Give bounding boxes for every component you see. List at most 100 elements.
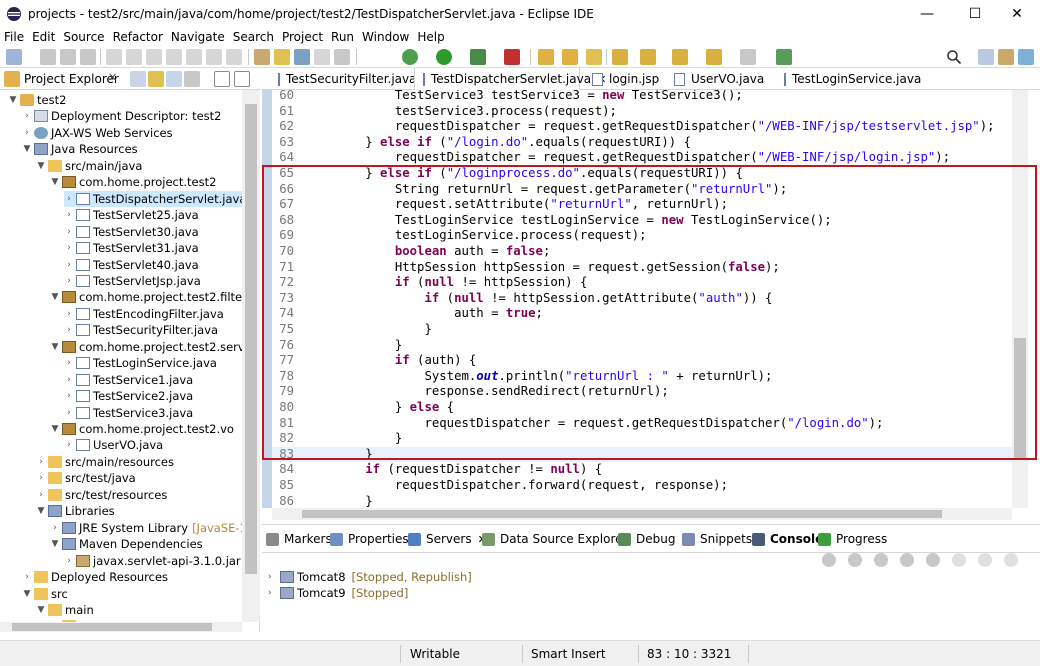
stop-server-icon[interactable] [900,553,914,567]
forward-icon[interactable] [740,49,756,65]
collapsed-arrow-icon[interactable]: › [36,457,46,467]
back-icon[interactable] [706,49,722,65]
collapsed-arrow-icon[interactable]: › [22,128,32,138]
debug-server-icon[interactable] [822,553,836,567]
tree-item[interactable]: › TestServlet30.java [64,224,199,240]
code-line[interactable]: 78 System.out.println("returnUrl : " + r… [272,369,1012,385]
collapsed-arrow-icon[interactable]: › [64,391,74,401]
tab-servers[interactable]: Servers✕ [408,531,487,547]
block-selection-icon[interactable] [294,49,310,65]
tree-item[interactable]: ▼ com.home.project.test2.filter [50,289,242,305]
maximize-panel-icon[interactable] [1004,553,1018,567]
menu-help[interactable]: Help [413,30,448,44]
tab-data-source-explorer[interactable]: Data Source Explorer [482,531,627,547]
debug-icon[interactable] [402,49,418,65]
collapsed-arrow-icon[interactable]: › [64,194,74,204]
collapsed-arrow-icon[interactable]: › [50,523,60,533]
collapsed-arrow-icon[interactable]: › [64,260,74,270]
tree-item[interactable]: ▼ Libraries [36,503,115,519]
collapsed-arrow-icon[interactable]: › [268,572,280,582]
collapsed-arrow-icon[interactable]: › [64,408,74,418]
code-area[interactable]: 60 TestService3 testService3 = new TestS… [272,90,1012,508]
tree-item[interactable]: ▼ main [36,602,94,618]
project-explorer-close-icon[interactable]: ✕ [108,71,117,84]
open-type-icon[interactable] [538,49,554,65]
code-line[interactable]: 75 } [272,322,1012,338]
code-line[interactable]: 67 request.setAttribute("returnUrl", ret… [272,197,1012,213]
editor-horizontal-scrollbar[interactable] [272,508,1012,520]
save-all-icon[interactable] [60,49,76,65]
code-line[interactable]: 79 response.sendRedirect(returnUrl); [272,384,1012,400]
skip-breakpoints-icon[interactable] [106,49,122,65]
code-line[interactable]: 68 TestLoginService testLoginService = n… [272,213,1012,229]
search-icon[interactable] [586,49,602,65]
maximize-button[interactable]: ☐ [952,0,998,28]
code-line[interactable]: 76 } [272,338,1012,354]
expanded-arrow-icon[interactable]: ▼ [8,95,18,105]
minimize-panel-icon[interactable] [978,553,992,567]
tab-console[interactable]: Console [752,531,823,547]
tab-properties[interactable]: Properties [330,531,409,547]
code-line[interactable]: 77 if (auth) { [272,353,1012,369]
tree-item[interactable]: › TestLoginService.java [64,355,217,371]
save-icon[interactable] [40,49,56,65]
tree-item[interactable]: ▼ test2 [8,92,67,108]
disconnect-icon[interactable] [186,49,202,65]
expanded-arrow-icon[interactable]: ▼ [36,605,46,615]
tree-item[interactable]: › TestSecurityFilter.java [64,322,218,338]
tree-item[interactable]: ▼ com.home.project.test2 [50,174,217,190]
step-over-icon[interactable] [226,49,242,65]
quick-access-search-icon[interactable] [946,49,962,65]
next-annotation-icon[interactable] [612,49,628,65]
suspend-icon[interactable] [146,49,162,65]
collapsed-arrow-icon[interactable]: › [64,309,74,319]
code-line[interactable]: 74 auth = true; [272,306,1012,322]
expanded-arrow-icon[interactable]: ▼ [22,144,32,154]
collapsed-arrow-icon[interactable]: › [22,572,32,582]
expanded-arrow-icon[interactable]: ▼ [36,506,46,516]
code-line[interactable]: 64 requestDispatcher = request.getReques… [272,150,1012,166]
view-menu-icon[interactable] [184,71,200,87]
editor-tab[interactable]: TestSecurityFilter.java [270,68,416,90]
collapsed-arrow-icon[interactable]: › [64,375,74,385]
expanded-arrow-icon[interactable]: ▼ [36,161,46,171]
tab-progress[interactable]: Progress [818,531,887,547]
external-tools-icon[interactable] [504,49,520,65]
expanded-arrow-icon[interactable]: ▼ [22,589,32,599]
last-edit-icon[interactable] [672,49,688,65]
print-icon[interactable] [80,49,96,65]
code-line[interactable]: 60 TestService3 testService3 = new TestS… [272,90,1012,104]
server-row[interactable]: › Tomcat8 [Stopped, Republish] [268,569,472,585]
menu-edit[interactable]: Edit [28,30,59,44]
minimize-button[interactable]: — [904,0,950,28]
code-line[interactable]: 83 } [272,446,1012,463]
tree-item[interactable]: › src/main/resources [36,454,174,470]
menu-navigate[interactable]: Navigate [167,30,229,44]
paragraph-icon[interactable] [334,49,350,65]
maximize-view-icon[interactable] [234,71,250,87]
code-line[interactable]: 80 } else { [272,400,1012,416]
tree-item[interactable]: ▼ com.home.project.test2.service [50,339,242,355]
highlight-icon[interactable] [274,49,290,65]
tree-item[interactable]: ▼ src/main/java [36,158,143,174]
tree-item[interactable]: › TestServlet40.java [64,257,199,273]
editor-ruler[interactable] [262,90,272,508]
tree-item[interactable]: › TestServlet25.java [64,207,199,223]
tab-debug[interactable]: Debug [618,531,675,547]
tree-horizontal-scrollbar[interactable] [0,622,242,632]
minimize-view-icon[interactable] [214,71,230,87]
expanded-arrow-icon[interactable]: ▼ [50,292,60,302]
pin-editor-icon[interactable] [776,49,792,65]
editor-tab[interactable]: TestLoginService.java [776,68,921,90]
tree-item[interactable]: › JAX-WS Web Services [22,125,172,141]
collapsed-arrow-icon[interactable]: › [64,325,74,335]
code-line[interactable]: 61 testService3.process(request); [272,104,1012,120]
link-with-editor-icon[interactable] [148,71,164,87]
editor-tab[interactable]: TestDispatcherServlet.java✕ [414,68,606,90]
menu-project[interactable]: Project [278,30,327,44]
editor-vertical-scrollbar[interactable] [1012,90,1028,508]
terminate-icon[interactable] [166,49,182,65]
tree-vertical-scrollbar[interactable] [242,90,260,622]
open-task-icon[interactable] [562,49,578,65]
resume-icon[interactable] [126,49,142,65]
